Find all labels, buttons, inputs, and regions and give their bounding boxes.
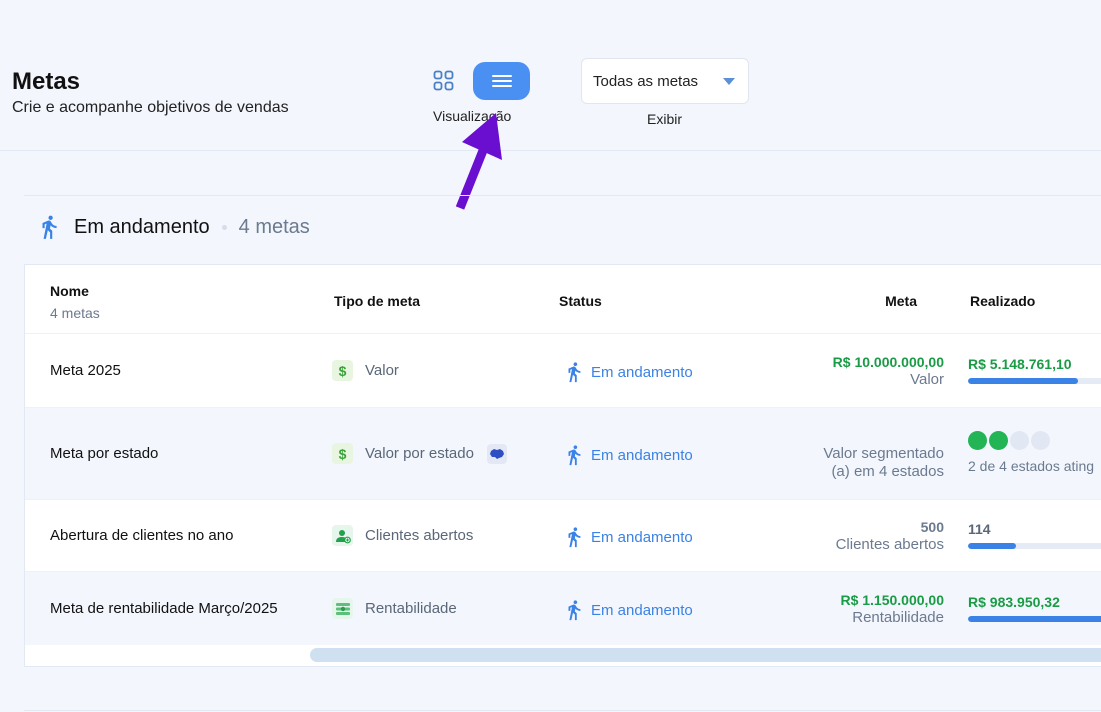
state-dot-pending xyxy=(1031,431,1050,450)
column-header-meta[interactable]: Meta xyxy=(885,293,917,309)
goal-target-unit: Valor xyxy=(910,371,944,388)
goal-name: Meta 2025 xyxy=(50,362,121,379)
goal-realized: 2 de 4 estados ating xyxy=(968,431,1094,474)
list-icon xyxy=(491,75,512,87)
goal-realized: R$ 983.950,32 xyxy=(968,594,1101,622)
section-divider xyxy=(24,195,1101,196)
column-header-name[interactable]: Nome xyxy=(50,283,89,299)
goal-target-unit: (a) em 4 estados xyxy=(831,463,944,480)
goal-target-value: Valor segmentado xyxy=(823,445,944,462)
running-person-icon xyxy=(568,362,581,383)
chevron-down-icon xyxy=(723,78,735,85)
grid-icon xyxy=(433,70,454,91)
goal-target-unit: Rentabilidade xyxy=(852,609,944,626)
filter-label: Exibir xyxy=(647,111,683,127)
goal-type-label: Rentabilidade xyxy=(365,600,457,617)
running-person-icon xyxy=(568,445,581,466)
status-label: Em andamento xyxy=(591,601,693,619)
realized-value: R$ 5.148.761,10 xyxy=(968,356,1072,372)
goal-realized: R$ 5.148.761,10 xyxy=(968,356,1101,384)
goal-type-label: Valor por estado xyxy=(365,445,474,462)
progress-fill xyxy=(968,616,1101,622)
progress-bar xyxy=(968,616,1101,622)
goal-target: 500 Clientes abertos xyxy=(836,518,944,554)
column-header-name-count: 4 metas xyxy=(50,305,100,321)
add-person-icon xyxy=(332,525,353,546)
page-header: Metas Crie e acompanhe objetivos de vend… xyxy=(0,0,1101,151)
table-row[interactable]: Abertura de clientes no ano Clientes abe… xyxy=(25,499,1101,571)
realized-value: 114 xyxy=(968,521,991,537)
running-person-icon xyxy=(42,215,57,239)
status-badge: Em andamento xyxy=(563,444,693,466)
state-dot-reached xyxy=(968,431,987,450)
state-dot-reached xyxy=(989,431,1008,450)
column-header-status[interactable]: Status xyxy=(559,293,602,309)
status-badge: Em andamento xyxy=(563,599,693,621)
goals-filter-value: Todas as metas xyxy=(593,72,699,90)
progress-fill xyxy=(968,378,1079,384)
section-divider-bottom xyxy=(24,710,1101,711)
list-view-button[interactable] xyxy=(473,62,530,100)
dollar-icon: $ xyxy=(332,360,353,381)
section-count: 4 metas xyxy=(238,215,310,238)
state-dot-pending xyxy=(1010,431,1029,450)
column-header-realized[interactable]: Realizado xyxy=(970,293,1035,309)
states-reached-text: 2 de 4 estados ating xyxy=(968,458,1095,474)
page-title: Metas xyxy=(12,68,81,95)
goal-target-value: 500 xyxy=(920,519,944,535)
horizontal-scrollbar[interactable] xyxy=(310,648,1101,662)
separator-dot xyxy=(221,224,227,230)
goal-name: Meta de rentabilidade Março/2025 xyxy=(50,600,278,617)
status-badge: Em andamento xyxy=(563,361,693,383)
progress-fill xyxy=(968,543,1016,549)
map-icon xyxy=(486,443,507,464)
goal-type-label: Clientes abertos xyxy=(365,527,474,544)
goals-table: Nome 4 metas Tipo de meta Status Meta Re… xyxy=(24,264,1101,667)
goal-target: R$ 10.000.000,00 Valor xyxy=(833,353,944,389)
money-stack-icon xyxy=(332,598,353,619)
running-person-icon xyxy=(568,527,581,548)
goal-realized: 114 xyxy=(968,521,1101,549)
goals-filter-select[interactable]: Todas as metas xyxy=(581,58,749,104)
page-subtitle: Crie e acompanhe objetivos de vendas xyxy=(12,99,289,116)
status-label: Em andamento xyxy=(591,528,693,546)
goal-target: R$ 1.150.000,00 Rentabilidade xyxy=(840,591,944,627)
state-progress-dots xyxy=(968,431,1094,450)
dollar-icon: $ xyxy=(332,443,353,464)
goal-target-unit: Clientes abertos xyxy=(835,536,944,553)
goal-type-label: Valor xyxy=(365,362,399,379)
progress-bar xyxy=(968,378,1101,384)
status-badge: Em andamento xyxy=(563,526,693,548)
column-header-type[interactable]: Tipo de meta xyxy=(334,293,420,309)
table-row[interactable]: Meta de rentabilidade Março/2025 Rentabi… xyxy=(25,571,1101,645)
goal-target-value: R$ 1.150.000,00 xyxy=(840,592,944,608)
table-row[interactable]: Meta por estado $ Valor por estado Em an… xyxy=(25,407,1101,499)
section-title: Em andamento xyxy=(74,215,210,238)
goal-type: $ Valor por estado xyxy=(332,443,507,464)
goal-type: Rentabilidade xyxy=(332,598,457,619)
section-header: Em andamento 4 metas xyxy=(36,213,310,241)
running-person-icon xyxy=(568,600,581,621)
goal-target-value: R$ 10.000.000,00 xyxy=(832,354,944,370)
status-label: Em andamento xyxy=(591,363,693,381)
realized-value: R$ 983.950,32 xyxy=(968,594,1060,610)
annotation-arrow-icon xyxy=(455,113,502,210)
goal-type: Clientes abertos xyxy=(332,525,473,546)
goal-name: Meta por estado xyxy=(50,445,159,462)
progress-bar xyxy=(968,543,1101,549)
goal-target: Valor segmentado (a) em 4 estados xyxy=(823,445,944,481)
goal-type: $ Valor xyxy=(332,360,399,381)
goal-name: Abertura de clientes no ano xyxy=(50,527,234,544)
table-row[interactable]: Meta 2025 $ Valor Em andamento R$ 10.000… xyxy=(25,333,1101,407)
status-label: Em andamento xyxy=(591,446,693,464)
grid-view-button[interactable] xyxy=(425,62,463,100)
